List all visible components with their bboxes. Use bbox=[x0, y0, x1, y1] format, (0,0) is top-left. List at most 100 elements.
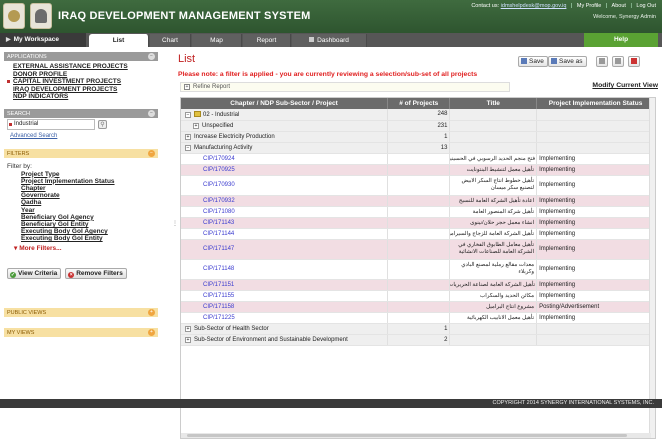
search-input[interactable]: Industrial bbox=[7, 118, 95, 130]
filter-beneficiary-agency[interactable]: Beneficiary GoI Agency bbox=[7, 214, 158, 221]
filter-implementation-status[interactable]: Project Implementation Status bbox=[7, 178, 158, 185]
project-code-link[interactable]: CIP/171148 bbox=[203, 266, 234, 272]
project-row[interactable]: CIP/171147 تأهيل معامل الطابوق الفخاري في… bbox=[181, 239, 655, 260]
advanced-search-link[interactable]: Advanced Search bbox=[10, 133, 57, 139]
expand-icon[interactable]: + bbox=[193, 122, 199, 129]
logout-link[interactable]: Log Out bbox=[636, 3, 656, 9]
project-code-link[interactable]: CIP/171147 bbox=[203, 246, 234, 252]
save-button[interactable]: Save bbox=[518, 56, 548, 67]
app-iraq-development[interactable]: IRAQ DEVELOPMENT PROJECTS bbox=[13, 86, 158, 94]
filter-qadha[interactable]: Qadha bbox=[7, 199, 158, 206]
collapse-icon[interactable]: − bbox=[148, 149, 155, 157]
tab-dashboard[interactable]: Dashboard bbox=[292, 34, 367, 47]
expand-icon: + bbox=[184, 84, 190, 90]
project-row[interactable]: CIP/170924 فتح منجم الحديد الرسوبي في الح… bbox=[181, 153, 655, 165]
group-row[interactable]: − Manufacturing Activity 13 bbox=[181, 142, 655, 154]
project-code-link[interactable]: CIP/171144 bbox=[203, 231, 234, 237]
collapse-icon[interactable]: − bbox=[148, 109, 155, 117]
tab-map[interactable]: Map bbox=[192, 34, 242, 47]
expand-icon[interactable]: + bbox=[148, 328, 155, 336]
app-ndp-indicators[interactable]: NDP INDICATORS bbox=[13, 93, 158, 101]
cell-count bbox=[387, 175, 451, 196]
filters-panel-header: FILTERS − bbox=[4, 148, 158, 158]
project-row[interactable]: CIP/170925 تأهيل معمل لتنشيط البنتونايت Im… bbox=[181, 164, 655, 176]
expand-icon[interactable]: + bbox=[185, 133, 191, 140]
tab-report[interactable]: Report bbox=[243, 34, 291, 47]
save-as-button[interactable]: Save as bbox=[548, 56, 587, 67]
project-code-link[interactable]: CIP/170924 bbox=[203, 156, 235, 162]
app-title: IRAQ DEVELOPMENT MANAGEMENT SYSTEM bbox=[58, 10, 311, 22]
project-row[interactable]: CIP/171158 مشروع انتاج البراميل Posting/Ad… bbox=[181, 301, 655, 313]
my-views-panel-header[interactable]: MY VIEWS + bbox=[4, 327, 158, 337]
project-code-link[interactable]: CIP/171155 bbox=[203, 293, 234, 299]
more-filters-link[interactable]: ▾ More Filters... bbox=[7, 244, 158, 252]
filter-chapter[interactable]: Chapter bbox=[7, 185, 158, 192]
collapse-icon[interactable]: − bbox=[185, 144, 191, 151]
project-code-link[interactable]: CIP/171158 bbox=[203, 304, 234, 310]
project-code-link[interactable]: CIP/170930 bbox=[203, 182, 235, 188]
group-label: Sub-Sector of Health Sector bbox=[194, 325, 269, 332]
search-icon[interactable]: ⚲ bbox=[98, 119, 107, 129]
col-header-count[interactable]: # of Projects bbox=[387, 98, 451, 109]
project-row[interactable]: CIP/171148 معدات مقالع رملية لمصنع البادي… bbox=[181, 259, 655, 280]
col-header-status[interactable]: Project Implementation Status bbox=[536, 98, 655, 109]
project-row[interactable]: CIP/171080 تأهيل شركة المنصور العامة Imple… bbox=[181, 206, 655, 218]
collapse-icon[interactable]: − bbox=[148, 53, 155, 60]
group-row[interactable]: − 02 - Industrial 248 bbox=[181, 109, 655, 121]
project-code-link[interactable]: CIP/171225 bbox=[203, 315, 235, 321]
app-donor-profile[interactable]: DONOR PROFILE bbox=[13, 71, 158, 79]
my-profile-link[interactable]: My Profile bbox=[577, 3, 601, 9]
collapse-icon[interactable]: − bbox=[185, 111, 191, 118]
filter-executing-agency[interactable]: Executing Body GoI Agency bbox=[7, 228, 158, 235]
project-row[interactable]: CIP/171151 تأهيل الشركة العامة لصناعة الح… bbox=[181, 279, 655, 291]
expand-icon[interactable]: + bbox=[185, 325, 191, 332]
group-row[interactable]: + Sub-Sector of Environment and Sustainab… bbox=[181, 334, 655, 346]
group-row[interactable]: + Increase Electricity Production 1 bbox=[181, 131, 655, 143]
filter-year[interactable]: Year bbox=[7, 207, 158, 214]
help-button[interactable]: Help bbox=[584, 33, 658, 47]
view-criteria-button[interactable]: ✓ View Criteria bbox=[7, 267, 62, 279]
pdf-button[interactable] bbox=[628, 56, 640, 67]
project-code-link[interactable]: CIP/171143 bbox=[203, 220, 234, 226]
project-row[interactable]: CIP/171144 تأهيل الشركة العامة للزجاج وال… bbox=[181, 228, 655, 240]
about-link[interactable]: About bbox=[612, 3, 626, 9]
filter-executing-entity[interactable]: Executing Body GoI Entity bbox=[7, 235, 158, 242]
cell-status: Implementing bbox=[536, 164, 655, 176]
cell-count bbox=[387, 312, 451, 324]
tab-list[interactable]: List bbox=[89, 34, 149, 47]
col-header-title[interactable]: Title bbox=[449, 98, 538, 109]
group-row[interactable]: + Unspecified 231 bbox=[181, 120, 655, 132]
scrollbar-thumb[interactable] bbox=[187, 434, 627, 437]
vertical-scrollbar[interactable] bbox=[649, 98, 655, 438]
project-code-link[interactable]: CIP/170932 bbox=[203, 198, 235, 204]
project-row[interactable]: CIP/170930 تأهيل خطوط انتاج السكر الابيض … bbox=[181, 175, 655, 196]
expand-icon[interactable]: + bbox=[185, 336, 191, 343]
project-code-link[interactable]: CIP/171080 bbox=[203, 209, 235, 215]
project-code-link[interactable]: CIP/171151 bbox=[203, 282, 234, 288]
tab-chart[interactable]: Chart bbox=[150, 34, 191, 47]
my-workspace-tab[interactable]: ▶ My Workspace bbox=[0, 33, 86, 47]
app-external-assistance[interactable]: EXTERNAL ASSISTANCE PROJECTS bbox=[13, 63, 158, 71]
expand-icon[interactable]: + bbox=[148, 308, 155, 316]
remove-filters-button[interactable]: × Remove Filters bbox=[65, 267, 127, 279]
panel-splitter-handle[interactable]: ⋮ bbox=[172, 220, 178, 227]
project-row[interactable]: CIP/170932 اعادة تأهيل الشركة العامة للنس… bbox=[181, 195, 655, 207]
project-row[interactable]: CIP/171225 تأهيل معمل الانابيب الكهربائية… bbox=[181, 312, 655, 324]
col-header-chapter[interactable]: Chapter / NDP Sub-Sector / Project bbox=[181, 98, 389, 109]
filter-project-type[interactable]: Project Type bbox=[7, 171, 158, 178]
print-button[interactable] bbox=[612, 56, 624, 67]
export-button[interactable] bbox=[596, 56, 608, 67]
modify-current-view-link[interactable]: Modify Current View bbox=[592, 82, 658, 89]
horizontal-scrollbar[interactable] bbox=[181, 433, 651, 438]
filter-beneficiary-entity[interactable]: Beneficiary GoI Entity bbox=[7, 221, 158, 228]
save-icon bbox=[521, 58, 527, 64]
project-code-link[interactable]: CIP/170925 bbox=[203, 167, 235, 173]
project-row[interactable]: CIP/171155 مكائن الحديد والسكراب Implement… bbox=[181, 290, 655, 302]
contact-email-link[interactable]: idmshelpdesk@mop.gov.iq bbox=[501, 3, 567, 9]
group-row[interactable]: + Sub-Sector of Health Sector 1 bbox=[181, 323, 655, 335]
filter-governorate[interactable]: Governorate bbox=[7, 192, 158, 199]
project-row[interactable]: CIP/171143 انشاء معمل حجر حلان/نينوى Imple… bbox=[181, 217, 655, 229]
public-views-panel-header[interactable]: PUBLIC VIEWS + bbox=[4, 307, 158, 317]
app-capital-investment[interactable]: CAPITAL INVESTMENT PROJECTS bbox=[7, 78, 158, 86]
refine-report-bar[interactable]: + Refine Report bbox=[180, 82, 510, 92]
